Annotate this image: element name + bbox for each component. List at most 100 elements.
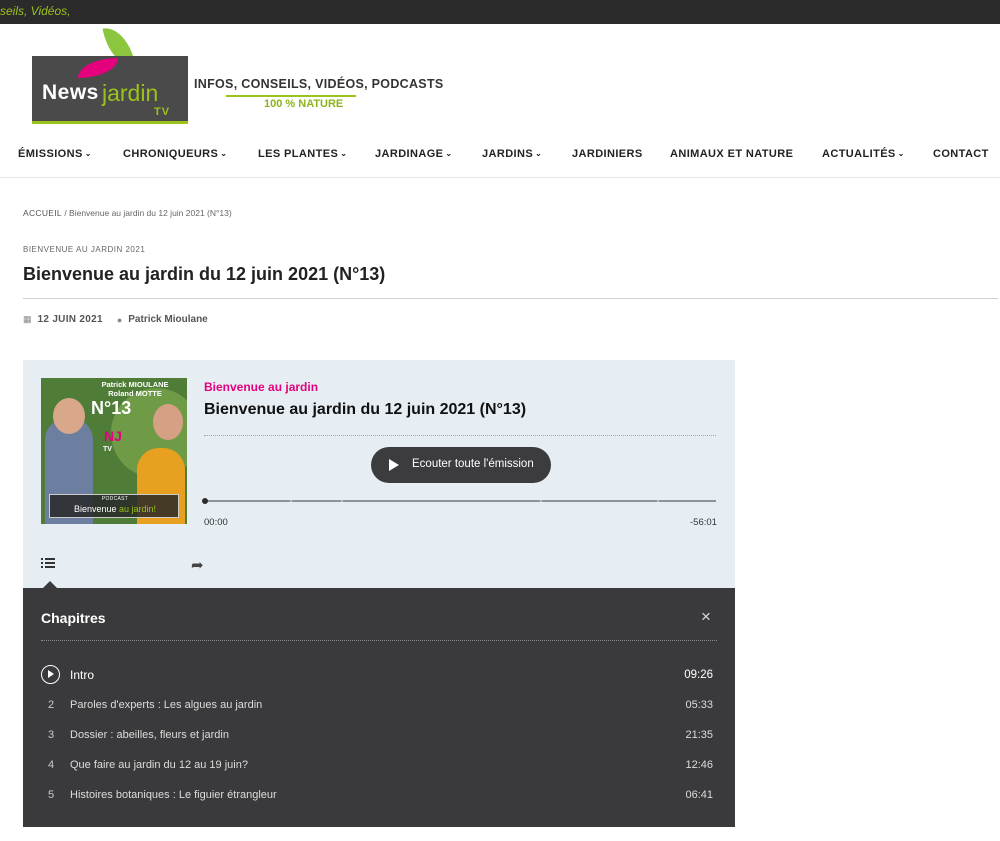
nav-item-emissions[interactable]: ÉMISSIONS ⌄ xyxy=(18,148,92,160)
title-divider xyxy=(23,298,998,299)
progress-handle[interactable] xyxy=(202,498,208,504)
nav-item-label: ANIMAUX ET NATURE xyxy=(670,148,794,160)
chapter-row[interactable]: 5 Histoires botaniques : Le figuier étra… xyxy=(41,784,717,808)
chapter-label: Paroles d'experts : Les algues au jardin xyxy=(70,699,263,711)
chapter-row[interactable]: 4 Que faire au jardin du 12 au 19 juin? … xyxy=(41,754,717,778)
nav-divider xyxy=(0,177,1000,178)
site-tagline: INFOS, CONSEILS, VIDÉOS, PODCASTS xyxy=(194,77,444,91)
nav-item-label: JARDINAGE xyxy=(375,148,444,160)
chevron-down-icon: ⌄ xyxy=(84,149,92,158)
nav-item-label: LES PLANTES xyxy=(258,148,339,160)
episode-title: Bienvenue au jardin du 12 juin 2021 (N°1… xyxy=(204,401,527,418)
chevron-down-icon: ⌄ xyxy=(220,149,228,158)
cover-show-prefix: Bienvenue xyxy=(73,504,119,514)
top-bar: seils, Vidéos, xyxy=(0,0,1000,24)
cover-names: Patrick MIOULANE Roland MOTTE xyxy=(83,380,187,398)
breadcrumb: ACCUEIL / Bienvenue au jardin du 12 juin… xyxy=(23,208,232,218)
top-bar-text: seils, Vidéos, xyxy=(0,4,71,18)
play-triangle xyxy=(48,670,54,678)
chapters-panel: Chapitres × Intro 09:26 2 Paroles d'expe… xyxy=(23,588,735,827)
active-tab-caret xyxy=(43,581,57,588)
chapter-duration: 09:26 xyxy=(684,669,713,681)
time-remaining: -56:01 xyxy=(690,517,717,528)
chapter-number: 4 xyxy=(48,759,55,771)
chapters-divider xyxy=(41,640,717,641)
chapter-duration: 06:41 xyxy=(685,789,713,801)
nav-item-actualites[interactable]: ACTUALITÉS ⌄ xyxy=(822,148,905,160)
list-line xyxy=(45,562,55,564)
chapter-segment xyxy=(659,500,716,502)
cover-name-2: Roland MOTTE xyxy=(108,389,162,398)
tagline-underline xyxy=(226,95,356,97)
cover-host-left-head xyxy=(53,398,85,434)
site-tagline-sub: 100 % NATURE xyxy=(264,98,344,110)
nav-item-label: CHRONIQUEURS xyxy=(123,148,219,160)
chevron-down-icon: ⌄ xyxy=(340,149,348,158)
article-author[interactable]: Patrick Mioulane xyxy=(128,314,207,325)
logo-news-text: News xyxy=(42,81,99,104)
episode-cover-image: Patrick MIOULANE Roland MOTTE N°13 NJ TV… xyxy=(41,378,187,524)
chevron-down-icon: ⌄ xyxy=(445,149,453,158)
share-icon[interactable]: ➦ xyxy=(191,556,204,574)
list-line xyxy=(45,566,55,568)
chapter-segment xyxy=(542,500,657,502)
cover-banner: PODCAST Bienvenue au jardin! xyxy=(49,494,179,518)
site-logo[interactable]: News jardin TV xyxy=(28,24,194,128)
nav-item-jardinage[interactable]: JARDINAGE ⌄ xyxy=(375,148,453,160)
cover-host-right-head xyxy=(153,404,183,440)
nav-item-animaux-et-nature[interactable]: ANIMAUX ET NATURE xyxy=(670,148,793,160)
breadcrumb-separator: / xyxy=(61,208,70,218)
chapter-label: Histoires botaniques : Le figuier étrang… xyxy=(70,789,277,801)
close-icon[interactable]: × xyxy=(701,608,711,625)
nav-item-label: ÉMISSIONS xyxy=(18,148,83,160)
chevron-down-icon: ⌄ xyxy=(897,149,905,158)
time-current: 00:00 xyxy=(204,517,228,528)
nav-item-contact[interactable]: CONTACT xyxy=(933,148,989,160)
player-divider xyxy=(204,435,716,436)
list-bullet xyxy=(41,562,43,564)
chapters-list-icon[interactable] xyxy=(41,557,59,571)
cover-podcast-label: PODCAST xyxy=(101,496,129,502)
chapter-number: 3 xyxy=(48,729,55,741)
nav-item-les-plantes[interactable]: LES PLANTES ⌄ xyxy=(258,148,347,160)
cover-name-1: Patrick MIOULANE xyxy=(101,380,169,389)
logo-jardin-text: jardin xyxy=(102,80,159,106)
page-title: Bienvenue au jardin du 12 juin 2021 (N°1… xyxy=(23,264,386,284)
chapter-label: Intro xyxy=(70,668,95,682)
article-date: 12 JUIN 2021 xyxy=(37,314,103,325)
chapter-row[interactable]: Intro 09:26 xyxy=(41,664,717,688)
play-episode-button[interactable]: Ecouter toute l'émission xyxy=(371,447,551,483)
play-circle-icon[interactable] xyxy=(41,665,60,684)
chevron-down-icon: ⌄ xyxy=(535,149,543,158)
cover-tv-label: TV xyxy=(103,446,112,453)
chapter-row[interactable]: 2 Paroles d'experts : Les algues au jard… xyxy=(41,694,717,718)
nav-item-jardiniers[interactable]: JARDINIERS xyxy=(572,148,643,160)
nav-item-label: ACTUALITÉS xyxy=(822,148,896,160)
chapter-number: 5 xyxy=(48,789,55,801)
chapter-label: Que faire au jardin du 12 au 19 juin? xyxy=(70,759,248,771)
article-category[interactable]: BIENVENUE AU JARDIN 2021 xyxy=(23,245,145,254)
cover-show-accent: au jardin! xyxy=(119,504,157,514)
chapter-duration: 12:46 xyxy=(685,759,713,771)
nav-item-jardins[interactable]: JARDINS ⌄ xyxy=(482,148,542,160)
chapter-segment xyxy=(292,500,341,502)
nav-item-label: JARDINIERS xyxy=(572,148,643,160)
breadcrumb-current: Bienvenue au jardin du 12 juin 2021 (N°1… xyxy=(69,208,232,218)
list-line xyxy=(45,558,55,560)
chapter-segment xyxy=(343,500,540,502)
chapters-title: Chapitres xyxy=(41,610,106,626)
chapter-segment xyxy=(204,500,290,502)
nav-item-chroniqueurs[interactable]: CHRONIQUEURS ⌄ xyxy=(123,148,227,160)
breadcrumb-home-link[interactable]: ACCUEIL xyxy=(23,208,62,218)
list-bullet xyxy=(41,566,43,568)
play-button-label: Ecouter toute l'émission xyxy=(412,458,534,470)
main-nav: ÉMISSIONS ⌄ CHRONIQUEURS ⌄ LES PLANTES ⌄ JA… xyxy=(0,140,1000,170)
article-meta: ▦ 12 JUIN 2021 ● Patrick Mioulane xyxy=(23,314,208,325)
chapter-number: 2 xyxy=(48,699,55,711)
progress-bar[interactable] xyxy=(202,498,716,504)
podcast-show-name[interactable]: Bienvenue au jardin xyxy=(204,380,318,394)
chapter-label: Dossier : abeilles, fleurs et jardin xyxy=(70,729,229,741)
calendar-icon: ▦ xyxy=(23,314,32,324)
chapter-row[interactable]: 3 Dossier : abeilles, fleurs et jardin 2… xyxy=(41,724,717,748)
list-bullet xyxy=(41,558,43,560)
